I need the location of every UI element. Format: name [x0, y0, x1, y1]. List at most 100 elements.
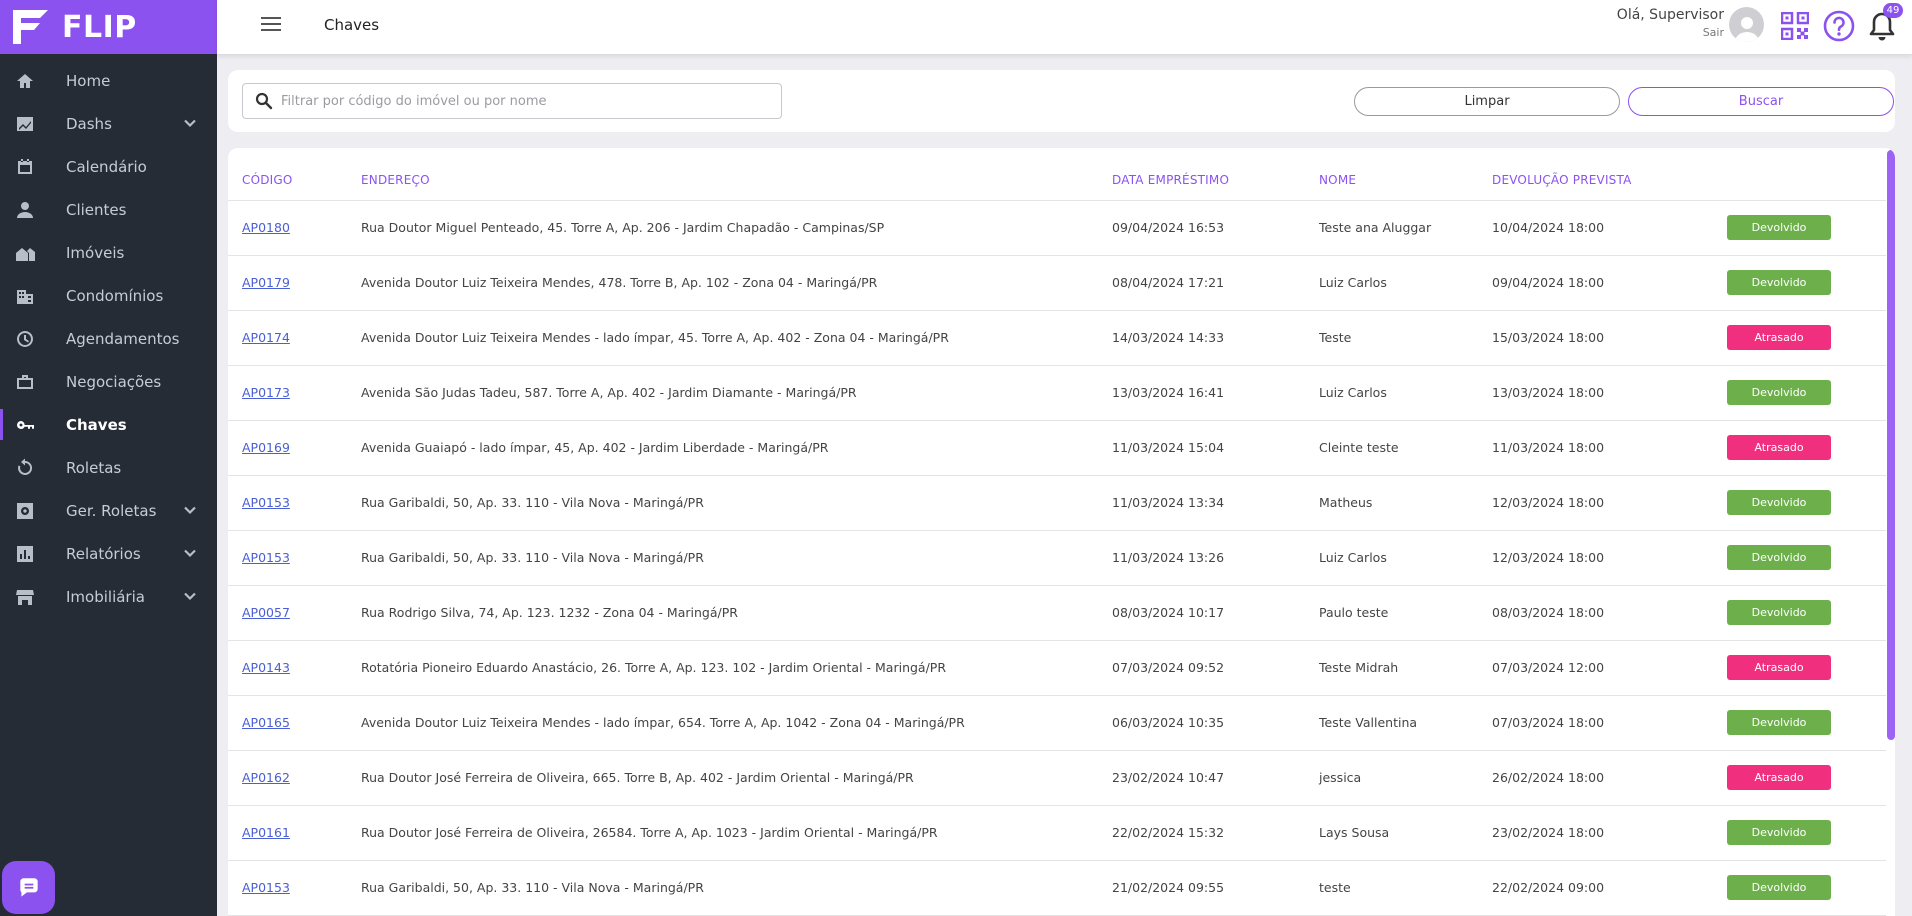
table-row[interactable]: AP0165 Avenida Doutor Luiz Teixeira Mende… [228, 695, 1886, 751]
property-code-link[interactable]: AP0153 [242, 880, 290, 895]
sidebar-item-label: Imóveis [66, 243, 125, 262]
cell-loan-date: 08/04/2024 17:21 [1112, 255, 1319, 311]
sidebar-item-ger-roletas[interactable]: Ger. Roletas [0, 489, 217, 532]
menu-toggle-icon[interactable] [261, 17, 281, 33]
search-input[interactable] [281, 93, 761, 109]
table-row[interactable]: AP0153 Rua Garibaldi, 50, Ap. 33. 110 - V… [228, 860, 1886, 916]
property-code-link[interactable]: AP0153 [242, 550, 290, 565]
cell-code: AP0165 [228, 695, 361, 751]
sidebar-item-calendario[interactable]: Calendário [0, 145, 217, 188]
table-row[interactable]: AP0179 Avenida Doutor Luiz Teixeira Mende… [228, 255, 1886, 311]
sidebar-item-roletas[interactable]: Roletas [0, 446, 217, 489]
header-loan-date[interactable]: DATA EMPRÉSTIMO [1112, 148, 1319, 201]
sidebar-item-label: Negociações [66, 372, 162, 391]
header-due-date[interactable]: DEVOLUÇÃO PREVISTA [1492, 148, 1727, 201]
help-icon[interactable] [1823, 10, 1855, 42]
chevron-down-icon[interactable] [183, 116, 197, 134]
clock-icon [14, 328, 36, 350]
sidebar-item-condominios[interactable]: Condomínios [0, 274, 217, 317]
table-scrollbar[interactable] [1887, 150, 1895, 740]
property-code-link[interactable]: AP0161 [242, 825, 290, 840]
status-badge: Devolvido [1727, 600, 1831, 625]
property-code-link[interactable]: AP0173 [242, 385, 290, 400]
cell-loan-date: 09/04/2024 16:53 [1112, 200, 1319, 256]
cell-address: Rua Garibaldi, 50, Ap. 33. 110 - Vila No… [361, 860, 1112, 916]
property-code-link[interactable]: AP0143 [242, 660, 290, 675]
property-code-link[interactable]: AP0180 [242, 220, 290, 235]
cell-loan-date: 06/03/2024 10:35 [1112, 695, 1319, 751]
chevron-down-icon[interactable] [183, 589, 197, 607]
chat-button[interactable] [2, 861, 55, 914]
property-code-link[interactable]: AP0057 [242, 605, 290, 620]
sidebar-item-imobiliaria[interactable]: Imobiliária [0, 575, 217, 618]
property-code-link[interactable]: AP0169 [242, 440, 290, 455]
chevron-down-icon[interactable] [183, 546, 197, 564]
search-button[interactable]: Buscar [1628, 87, 1894, 116]
store-icon [14, 586, 36, 608]
cell-name: teste [1319, 860, 1492, 916]
status-badge: Devolvido [1727, 875, 1831, 900]
cell-code: AP0179 [228, 255, 361, 311]
cell-status: Atrasado [1727, 750, 1886, 806]
avatar[interactable] [1729, 7, 1764, 42]
cell-status: Devolvido [1727, 365, 1886, 421]
cell-due-date: 23/02/2024 18:00 [1492, 805, 1727, 861]
cell-address: Rua Doutor José Ferreira de Oliveira, 26… [361, 805, 1112, 861]
cell-due-date: 10/04/2024 18:00 [1492, 200, 1727, 256]
sidebar-item-dashs[interactable]: Dashs [0, 102, 217, 145]
cell-status: Devolvido [1727, 860, 1886, 916]
cell-loan-date: 11/03/2024 15:04 [1112, 420, 1319, 476]
cell-name: Paulo teste [1319, 585, 1492, 641]
cell-address: Avenida São Judas Tadeu, 587. Torre A, A… [361, 365, 1112, 421]
sidebar-item-imoveis[interactable]: Imóveis [0, 231, 217, 274]
sidebar-item-negociacoes[interactable]: Negociações [0, 360, 217, 403]
property-code-link[interactable]: AP0179 [242, 275, 290, 290]
sidebar-item-relatorios[interactable]: Relatórios [0, 532, 217, 575]
table-row[interactable]: AP0153 Rua Garibaldi, 50, Ap. 33. 110 - V… [228, 475, 1886, 531]
table-row[interactable]: AP0161 Rua Doutor José Ferreira de Olivei… [228, 805, 1886, 861]
status-badge: Devolvido [1727, 710, 1831, 735]
cell-status: Atrasado [1727, 420, 1886, 476]
status-badge: Atrasado [1727, 655, 1831, 680]
header-code[interactable]: CÓDIGO [228, 148, 361, 201]
property-code-link[interactable]: AP0174 [242, 330, 290, 345]
sidebar-item-home[interactable]: Home [0, 59, 217, 102]
status-badge: Devolvido [1727, 270, 1831, 295]
cell-code: AP0057 [228, 585, 361, 641]
property-code-link[interactable]: AP0153 [242, 495, 290, 510]
cell-due-date: 08/03/2024 18:00 [1492, 585, 1727, 641]
brand-logo[interactable]: FLIP [0, 0, 217, 54]
status-badge: Devolvido [1727, 820, 1831, 845]
chevron-down-icon[interactable] [183, 503, 197, 521]
cell-name: Teste Vallentina [1319, 695, 1492, 751]
cell-address: Rua Rodrigo Silva, 74, Ap. 123. 1232 - Z… [361, 585, 1112, 641]
status-badge: Atrasado [1727, 765, 1831, 790]
cell-address: Rua Doutor José Ferreira de Oliveira, 66… [361, 750, 1112, 806]
table-row[interactable]: AP0143 Rotatória Pioneiro Eduardo Anastác… [228, 640, 1886, 696]
key-icon [14, 414, 36, 436]
table-row[interactable]: AP0169 Avenida Guaiapó - lado ímpar, 45, … [228, 420, 1886, 476]
header-address[interactable]: ENDEREÇO [361, 148, 1112, 201]
table-row[interactable]: AP0173 Avenida São Judas Tadeu, 587. Torr… [228, 365, 1886, 421]
table-row[interactable]: AP0174 Avenida Doutor Luiz Teixeira Mende… [228, 310, 1886, 366]
cell-code: AP0174 [228, 310, 361, 366]
cell-due-date: 12/03/2024 18:00 [1492, 530, 1727, 586]
cell-code: AP0161 [228, 805, 361, 861]
table-row[interactable]: AP0057 Rua Rodrigo Silva, 74, Ap. 123. 12… [228, 585, 1886, 641]
logout-link[interactable]: Sair [1617, 26, 1724, 39]
clear-button[interactable]: Limpar [1354, 87, 1620, 116]
table-row[interactable]: AP0180 Rua Doutor Miguel Penteado, 45. To… [228, 200, 1886, 256]
property-code-link[interactable]: AP0162 [242, 770, 290, 785]
cell-due-date: 15/03/2024 18:00 [1492, 310, 1727, 366]
table-row[interactable]: AP0162 Rua Doutor José Ferreira de Olivei… [228, 750, 1886, 806]
property-code-link[interactable]: AP0165 [242, 715, 290, 730]
sidebar-item-chaves[interactable]: Chaves [0, 403, 217, 446]
header-name[interactable]: NOME [1319, 148, 1492, 201]
sidebar-item-label: Imobiliária [66, 587, 145, 606]
cell-loan-date: 21/02/2024 09:55 [1112, 860, 1319, 916]
sidebar-item-agendamentos[interactable]: Agendamentos [0, 317, 217, 360]
qr-code-icon[interactable] [1781, 12, 1809, 40]
sidebar-item-clientes[interactable]: Clientes [0, 188, 217, 231]
table-row[interactable]: AP0153 Rua Garibaldi, 50, Ap. 33. 110 - V… [228, 530, 1886, 586]
cell-loan-date: 07/03/2024 09:52 [1112, 640, 1319, 696]
